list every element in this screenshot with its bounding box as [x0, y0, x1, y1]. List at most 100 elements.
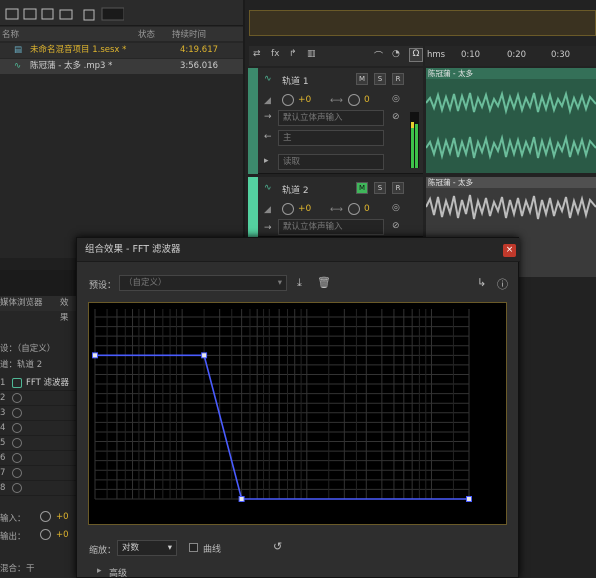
- slot-number: 6: [0, 453, 6, 463]
- power-icon[interactable]: [12, 453, 22, 463]
- ruler-label: 0:20: [507, 50, 527, 60]
- input-knob[interactable]: [40, 511, 51, 522]
- bypass-icon[interactable]: ⊘: [392, 112, 400, 122]
- record-arm-button[interactable]: R: [392, 182, 404, 194]
- delete-preset-icon[interactable]: 🗑: [317, 276, 331, 289]
- close-button[interactable]: ×: [503, 244, 516, 257]
- curve-handle[interactable]: [466, 496, 472, 502]
- solo-button[interactable]: S: [374, 182, 386, 194]
- save-preset-icon[interactable]: ⤓: [297, 276, 302, 290]
- track-waveform-icon: ∿: [264, 183, 272, 193]
- overview-bar[interactable]: [249, 10, 596, 36]
- switch-icon[interactable]: ⇄: [253, 49, 261, 59]
- bypass-icon[interactable]: ⊘: [392, 221, 400, 231]
- expand-icon[interactable]: ▸: [264, 156, 269, 166]
- input-dropdown[interactable]: 默认立体声输入: [278, 219, 384, 235]
- power-icon[interactable]: [12, 378, 22, 388]
- clip-title: 陈冠蒲 - 太多: [426, 68, 596, 79]
- curve-handle[interactable]: [92, 352, 98, 359]
- rack-slot[interactable]: 3: [0, 406, 76, 421]
- automation-mode-dropdown[interactable]: 读取: [278, 154, 384, 170]
- time-ruler[interactable]: hms 0:10 0:20 0:30: [425, 46, 596, 66]
- output-value[interactable]: +0: [56, 530, 69, 540]
- fft-graph[interactable]: dB 12 9 6 3 0 -3 -6 -9 -12 -18 -24 -30 -36 -42 -48 -54 -6…: [88, 302, 507, 525]
- power-icon[interactable]: [12, 393, 22, 403]
- pan-value[interactable]: 0: [364, 204, 370, 214]
- new-file-icon: [41, 8, 54, 20]
- dialog-title[interactable]: 组合效果 - FFT 滤波器: [77, 238, 520, 262]
- file-row-session[interactable]: ▤ 未命名混音项目 1.sesx * 4:19.617: [0, 43, 243, 58]
- x-tick-label: 1k: [302, 511, 312, 520]
- slot-number: 2: [0, 393, 6, 403]
- headphones-icon[interactable]: Ω: [409, 48, 423, 62]
- output-knob[interactable]: [40, 529, 51, 540]
- rack-slot[interactable]: 4: [0, 421, 76, 436]
- output-dropdown[interactable]: 主: [278, 130, 384, 146]
- folder-icon: [5, 8, 19, 20]
- clip-title: 陈冠蒲 - 太多: [426, 177, 596, 188]
- rack-preset-value[interactable]: （自定义）: [17, 344, 55, 354]
- volume-value[interactable]: +0: [298, 95, 311, 105]
- info-icon[interactable]: ⓘ: [497, 276, 508, 292]
- expand-triangle-icon[interactable]: ▸: [97, 566, 102, 576]
- fx-button[interactable]: fx: [271, 49, 280, 59]
- power-icon[interactable]: [12, 423, 22, 433]
- monitor-icon[interactable]: ◎: [392, 94, 400, 104]
- pan-knob[interactable]: [348, 203, 360, 215]
- volume-value[interactable]: +0: [298, 204, 311, 214]
- rack-slot[interactable]: 1 FFT 滤波器: [0, 376, 76, 391]
- rack-slot[interactable]: 8: [0, 481, 76, 496]
- x-tick-label: 40: [128, 511, 138, 520]
- input-value[interactable]: +0: [56, 512, 69, 522]
- advanced-label[interactable]: 高级: [109, 566, 127, 578]
- curve-checkbox[interactable]: [189, 543, 198, 552]
- rack-preset: 设：（自定义）: [0, 342, 55, 354]
- col-duration[interactable]: 持续时间: [172, 28, 206, 40]
- volume-icon: ◢: [264, 205, 271, 215]
- metronome-icon[interactable]: ◔: [392, 49, 400, 59]
- x-tick-label: 30: [112, 511, 122, 520]
- file-row-audio[interactable]: ∿ 陈冠蒲 - 太多 .mp3 * 3:56.016: [0, 59, 243, 74]
- mix-label: 混合：: [0, 564, 26, 574]
- route-icon[interactable]: ↳: [477, 276, 486, 289]
- monitor-icon[interactable]: ◎: [392, 203, 400, 213]
- pan-value[interactable]: 0: [364, 95, 370, 105]
- x-tick-label: 600: [272, 511, 287, 520]
- col-status[interactable]: 状态: [138, 28, 155, 40]
- rack-slot[interactable]: 7: [0, 466, 76, 481]
- mute-button[interactable]: M: [356, 73, 368, 85]
- track-1-clip[interactable]: 陈冠蒲 - 太多: [426, 68, 596, 173]
- power-icon[interactable]: [12, 483, 22, 493]
- curve-handle[interactable]: [201, 352, 208, 359]
- power-icon[interactable]: [12, 468, 22, 478]
- preset-dropdown[interactable]: （自定义） ▾: [119, 275, 287, 291]
- y-tick-label: -48: [487, 447, 499, 456]
- pan-knob[interactable]: [348, 94, 360, 106]
- rack-slot[interactable]: 5: [0, 436, 76, 451]
- input-dropdown[interactable]: 默认立体声输入: [278, 110, 384, 126]
- track-name[interactable]: 轨道 2: [282, 183, 309, 196]
- snap-icon[interactable]: ⌒: [374, 49, 383, 62]
- eq-icon[interactable]: ▥: [307, 49, 316, 59]
- search-box: [101, 7, 124, 21]
- volume-knob[interactable]: [282, 94, 294, 106]
- send-icon[interactable]: ↱: [289, 49, 297, 59]
- record-arm-button[interactable]: R: [392, 73, 404, 85]
- scale-dropdown[interactable]: 对数 ▾: [117, 540, 177, 556]
- curve-handle[interactable]: [238, 496, 245, 502]
- tab-media-browser[interactable]: 媒体浏览器: [0, 296, 43, 311]
- volume-knob[interactable]: [282, 203, 294, 215]
- solo-button[interactable]: S: [374, 73, 386, 85]
- power-icon[interactable]: [12, 438, 22, 448]
- col-name[interactable]: 名称: [2, 28, 19, 40]
- rack-slot[interactable]: 2: [0, 391, 76, 406]
- x-tick-label: 20: [90, 511, 100, 520]
- reset-icon[interactable]: ↺: [273, 540, 282, 553]
- fft-chart[interactable]: dB129630-3-6-9-12-18-24-30-36-42-48-54-6…: [89, 303, 506, 524]
- slot-number: 1: [0, 378, 6, 388]
- track-name[interactable]: 轨道 1: [282, 74, 309, 87]
- power-icon[interactable]: [12, 408, 22, 418]
- tab-effects[interactable]: 效果: [60, 296, 76, 326]
- mute-button[interactable]: M: [356, 182, 368, 194]
- rack-slot[interactable]: 6: [0, 451, 76, 466]
